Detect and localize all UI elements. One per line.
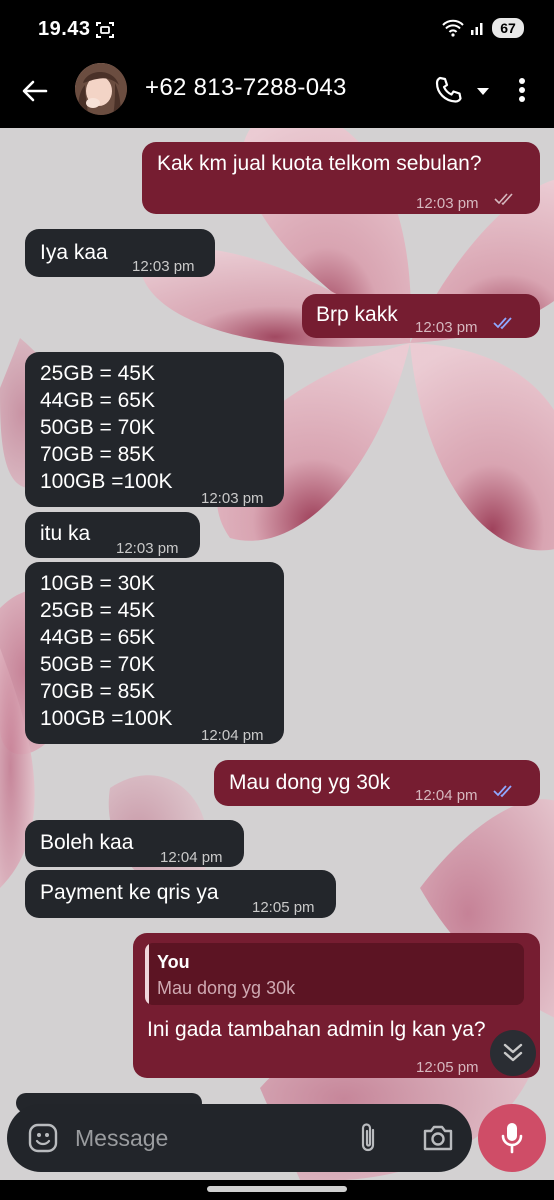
- screenshot-icon: [96, 22, 114, 38]
- message-text: itu ka: [40, 522, 91, 545]
- back-arrow-icon[interactable]: [20, 76, 50, 106]
- message-text: Payment ke qris ya: [40, 881, 219, 904]
- status-time: 19.43: [38, 18, 91, 40]
- attach-icon[interactable]: [353, 1120, 383, 1156]
- double-check-icon: [494, 193, 513, 206]
- message-text: Ini gada tambahan admin lg kan ya?: [147, 1018, 486, 1041]
- price-list: 25GB = 45K 44GB = 65K 50GB = 70K 70GB = …: [40, 360, 173, 495]
- price-line: 44GB = 65K: [40, 626, 155, 649]
- avatar[interactable]: [75, 63, 127, 115]
- double-check-icon: [493, 317, 512, 330]
- message-text: Brp kakk: [316, 303, 398, 326]
- quote-author: You: [157, 952, 190, 972]
- status-icons: 67: [442, 18, 524, 38]
- system-nav-bar: [0, 1180, 554, 1200]
- message-outgoing-reply[interactable]: You Mau dong yg 30k Ini gada tambahan ad…: [133, 933, 540, 1078]
- price-list: 10GB = 30K 25GB = 45K 44GB = 65K 50GB = …: [40, 570, 173, 732]
- message-incoming[interactable]: itu ka 12:03 pm: [25, 512, 200, 558]
- mic-icon: [501, 1123, 523, 1154]
- contact-name[interactable]: +62 813-7288-043: [145, 74, 347, 102]
- message-time: 12:03 pm: [201, 490, 264, 507]
- price-line: 25GB = 45K: [40, 599, 155, 622]
- emoji-icon[interactable]: [27, 1122, 59, 1154]
- battery-icon: 67: [492, 18, 524, 38]
- message-incoming[interactable]: Iya kaa 12:03 pm: [25, 229, 215, 277]
- message-incoming[interactable]: 25GB = 45K 44GB = 65K 50GB = 70K 70GB = …: [25, 352, 284, 507]
- price-line: 50GB = 70K: [40, 653, 155, 676]
- price-line: 70GB = 85K: [40, 443, 155, 466]
- message-incoming[interactable]: 10GB = 30K 25GB = 45K 44GB = 65K 50GB = …: [25, 562, 284, 744]
- price-line: 25GB = 45K: [40, 362, 155, 385]
- message-time: 12:05 pm: [252, 899, 315, 916]
- home-handle[interactable]: [207, 1186, 347, 1192]
- message-incoming[interactable]: Payment ke qris ya 12:05 pm: [25, 870, 336, 918]
- chat-area[interactable]: Kak km jual kuota telkom sebulan? 12:03 …: [0, 128, 554, 1180]
- phone-icon[interactable]: [432, 74, 464, 106]
- voice-message-button[interactable]: [478, 1104, 546, 1172]
- scroll-to-bottom-button[interactable]: [490, 1030, 536, 1076]
- chat-header: +62 813-7288-043: [0, 58, 554, 128]
- message-composer: [7, 1104, 472, 1172]
- message-time: 12:05 pm: [416, 1059, 479, 1076]
- chevron-down-icon[interactable]: [474, 82, 492, 100]
- price-line: 100GB =100K: [40, 470, 173, 493]
- message-time: 12:04 pm: [201, 727, 264, 744]
- message-outgoing[interactable]: Kak km jual kuota telkom sebulan? 12:03 …: [142, 142, 540, 214]
- message-incoming[interactable]: Boleh kaa 12:04 pm: [25, 820, 244, 867]
- avatar-image: [75, 63, 127, 115]
- price-line: 10GB = 30K: [40, 572, 155, 595]
- message-time: 12:04 pm: [160, 849, 223, 866]
- quote-text: Mau dong yg 30k: [157, 978, 296, 998]
- double-check-icon: [493, 785, 512, 798]
- status-bar: 19.43 67: [0, 0, 554, 58]
- message-outgoing[interactable]: Mau dong yg 30k 12:04 pm: [214, 760, 540, 806]
- message-text: Kak km jual kuota telkom sebulan?: [157, 152, 482, 175]
- message-text: Boleh kaa: [40, 831, 134, 854]
- message-text: Iya kaa: [40, 241, 108, 264]
- signal-icon: [471, 23, 483, 35]
- message-time: 12:04 pm: [415, 787, 478, 804]
- message-time: 12:03 pm: [116, 540, 179, 557]
- camera-icon[interactable]: [421, 1122, 455, 1154]
- message-time: 12:03 pm: [132, 258, 195, 275]
- message-text: Mau dong yg 30k: [229, 771, 391, 794]
- message-time: 12:03 pm: [415, 319, 478, 336]
- price-line: 100GB =100K: [40, 707, 173, 730]
- price-line: 44GB = 65K: [40, 389, 155, 412]
- more-vert-icon[interactable]: [510, 74, 534, 106]
- double-chevron-down-icon: [503, 1043, 523, 1062]
- quoted-message[interactable]: You Mau dong yg 30k: [145, 943, 524, 1005]
- message-outgoing[interactable]: Brp kakk 12:03 pm: [302, 294, 540, 338]
- message-input[interactable]: [75, 1116, 345, 1160]
- message-time: 12:03 pm: [416, 195, 479, 212]
- quote-bar: [145, 943, 149, 1005]
- price-line: 50GB = 70K: [40, 416, 155, 439]
- wifi-icon: [442, 19, 464, 37]
- price-line: 70GB = 85K: [40, 680, 155, 703]
